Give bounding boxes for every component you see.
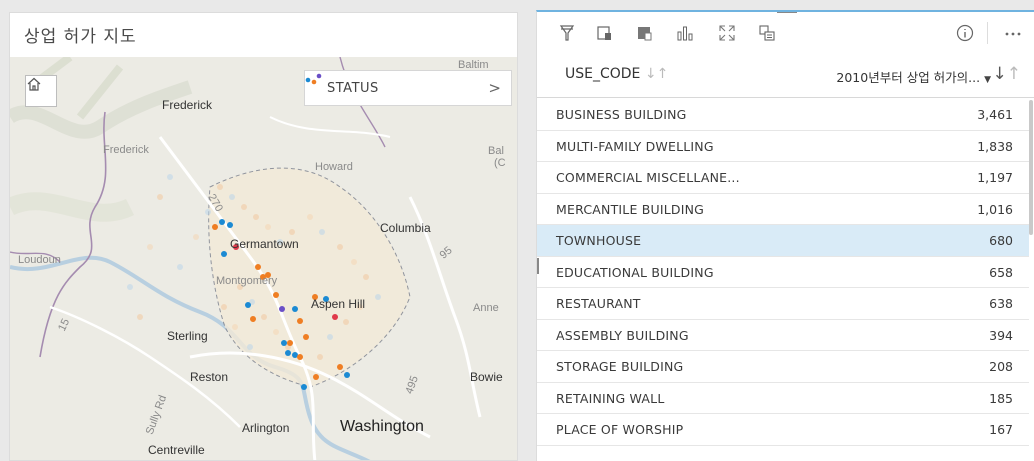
table-row[interactable]: STORAGE BUILDING 208 [537, 351, 1029, 383]
place-label: Washington [340, 418, 424, 435]
place-label: Aspen Hill [311, 297, 366, 311]
count-cell: 658 [989, 264, 1013, 280]
place-label: Bowie [470, 370, 503, 384]
maximize-icon[interactable] [717, 23, 737, 43]
table-row[interactable]: MERCANTILE BUILDING 1,016 [537, 194, 1029, 225]
legend-label: STATUS [327, 80, 379, 96]
home-icon [27, 77, 41, 91]
place-label: Arlington [242, 421, 290, 435]
place-label: Anne [473, 302, 499, 314]
sort-descending-icon[interactable]: ↓↑ [993, 64, 1022, 84]
table-row[interactable]: COMMERCIAL MISCELLANE... 1,197 [537, 162, 1029, 194]
count-cell: 638 [989, 296, 1013, 311]
table-row[interactable]: EDUCATIONAL BUILDING 658 [537, 257, 1029, 288]
use-code-cell: PLACE OF WORSHIP [556, 422, 684, 437]
count-cell: 394 [989, 327, 1013, 343]
map-card: 상업 허가 지도 Baltim Frederick Frederick Bal … [9, 12, 518, 461]
card-view-icon[interactable] [635, 23, 655, 43]
column-header-count[interactable]: 2010년부터 상업 허가의... ▼ [836, 67, 991, 86]
count-cell: 185 [989, 390, 1013, 406]
place-label: Germantown [230, 237, 299, 251]
place-label: Loudoun [18, 254, 61, 266]
table-card: USE_CODE ↓↑ 2010년부터 상업 허가의... ▼ ↓↑ BUSIN… [536, 10, 1034, 461]
table-row[interactable]: ASSEMBLY BUILDING 394 [537, 320, 1029, 351]
table-row[interactable]: RESTAURANT 638 [537, 288, 1029, 320]
count-cell: 680 [989, 233, 1013, 248]
count-cell: 167 [989, 422, 1013, 437]
table-row[interactable]: RETAINING WALL 185 [537, 383, 1029, 414]
info-icon[interactable] [955, 23, 975, 43]
duplicate-icon[interactable] [757, 23, 777, 43]
chart-type-icon[interactable] [675, 23, 695, 43]
place-label: Frederick [103, 144, 149, 156]
count-cell: 1,016 [977, 201, 1013, 217]
count-cell: 1,838 [977, 138, 1013, 154]
legend-dots-icon [305, 73, 322, 85]
more-icon[interactable] [1003, 23, 1023, 43]
table-row[interactable]: PLACE OF WORSHIP 167 [537, 414, 1029, 446]
status-legend-button[interactable]: STATUS > [304, 70, 512, 106]
count-cell: 3,461 [977, 107, 1013, 122]
use-code-cell: STORAGE BUILDING [556, 359, 684, 374]
table-row[interactable] [537, 446, 1029, 461]
card-flip-icon[interactable] [595, 23, 615, 43]
table-row-selected[interactable]: TOWNHOUSE 680 [537, 225, 1029, 257]
column-header-label: USE_CODE [565, 66, 641, 82]
place-label: Frederick [162, 98, 213, 112]
scrollbar[interactable] [1029, 100, 1033, 235]
column-header-use-code[interactable]: USE_CODE ↓↑ [565, 66, 668, 82]
sort-icon: ↓↑ [644, 66, 669, 82]
filter-icon[interactable] [557, 23, 577, 43]
use-code-cell: EDUCATIONAL BUILDING [556, 264, 714, 280]
use-code-cell: MULTI-FAMILY DWELLING [556, 138, 714, 154]
use-code-cell: TOWNHOUSE [556, 233, 642, 248]
use-code-cell: ASSEMBLY BUILDING [556, 327, 689, 343]
column-header-label: 2010년부터 상업 허가의... [836, 70, 981, 85]
map-title: 상업 허가 지도 [24, 27, 137, 47]
place-label: Centreville [148, 443, 205, 457]
use-code-cell: RETAINING WALL [556, 390, 665, 406]
place-label: Columbia [380, 221, 431, 235]
place-label: (C [494, 157, 506, 169]
map-canvas[interactable]: Baltim Frederick Frederick Bal (C Howard… [10, 57, 517, 460]
use-code-cell: BUSINESS BUILDING [556, 107, 687, 122]
use-code-cell: RESTAURANT [556, 296, 641, 311]
home-button[interactable] [25, 75, 57, 107]
table-row[interactable]: BUSINESS BUILDING 3,461 [537, 99, 1029, 131]
place-label: Sterling [167, 329, 208, 343]
basemap [10, 57, 517, 460]
count-cell: 208 [989, 359, 1013, 374]
chevron-right-icon: > [488, 79, 501, 97]
toolbar-divider [987, 22, 988, 44]
use-code-cell: COMMERCIAL MISCELLANE... [556, 170, 740, 185]
dropdown-caret-icon: ▼ [984, 75, 991, 85]
place-label: Montgomery [216, 275, 278, 287]
place-label: Bal [488, 145, 504, 157]
table-row[interactable]: MULTI-FAMILY DWELLING 1,838 [537, 131, 1029, 162]
use-code-cell: MERCANTILE BUILDING [556, 201, 705, 217]
card-toolbar [537, 12, 1034, 54]
table-header: USE_CODE ↓↑ 2010년부터 상업 허가의... ▼ ↓↑ [537, 54, 1034, 98]
place-label: Reston [190, 370, 229, 384]
place-label: Howard [315, 161, 353, 173]
table-body: BUSINESS BUILDING 3,461 MULTI-FAMILY DWEL… [537, 99, 1029, 461]
count-cell: 1,197 [977, 170, 1013, 185]
